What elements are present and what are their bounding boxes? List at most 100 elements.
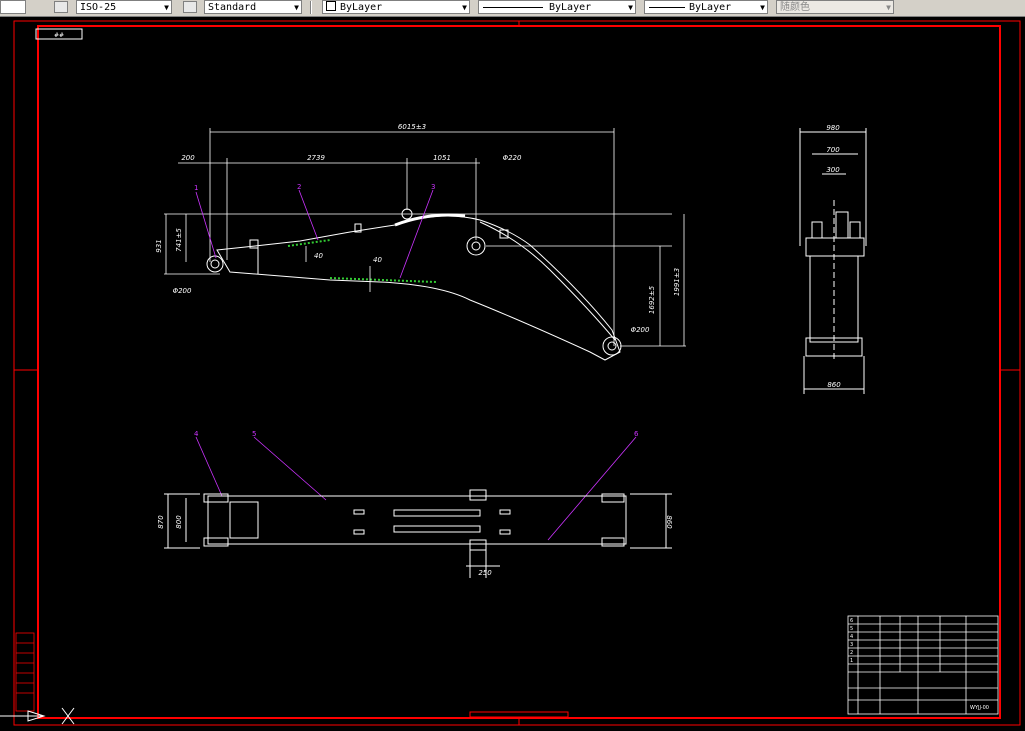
weld-upper xyxy=(287,239,331,247)
top-hole-3 xyxy=(499,509,511,515)
outer-border xyxy=(13,20,1021,726)
chevron-down-icon: ▼ xyxy=(760,3,765,12)
callout-6: 6 xyxy=(634,430,639,438)
top-outline xyxy=(207,495,627,545)
top-cyl-lug-top xyxy=(469,489,487,501)
callout-labels: 1 2 3 4 5 6 xyxy=(194,183,639,438)
boom-top-view xyxy=(164,489,672,578)
linetype-value: ByLayer xyxy=(549,2,592,13)
callout-2: 2 xyxy=(297,183,301,191)
properties-toolbar: ISO-25 ▼ Standard ▼ ByLayer ▼ ByLayer ▼ ByLa… xyxy=(0,0,1025,17)
leader-1 xyxy=(195,191,217,259)
color-select[interactable]: ByLayer ▼ xyxy=(322,0,470,14)
leader-6 xyxy=(547,436,637,541)
side-top-block xyxy=(805,237,865,257)
top-hole-1 xyxy=(353,509,365,515)
callout-5: 5 xyxy=(252,430,256,438)
dim-200: 200 xyxy=(181,154,195,162)
callout-1: 1 xyxy=(194,184,198,192)
callout-4: 4 xyxy=(194,430,199,438)
top-tip-lug-bottom xyxy=(601,537,625,547)
tb-item-2: 2 xyxy=(850,650,853,656)
boom-outline xyxy=(216,215,621,361)
dim-800: 800 xyxy=(175,515,183,529)
tb-item-1: 1 xyxy=(850,658,853,664)
boom-top-plate xyxy=(394,213,466,227)
dim-931: 931 xyxy=(155,239,163,252)
chevron-down-icon: ▼ xyxy=(628,3,633,12)
leader-4 xyxy=(195,436,223,497)
top-hole-4 xyxy=(499,529,511,535)
textstyle-value: Standard xyxy=(208,2,257,13)
leader-2 xyxy=(298,189,319,241)
leader-5 xyxy=(253,436,327,501)
lineweight-select[interactable]: ByLayer ▼ xyxy=(644,0,768,14)
tb-item-4: 4 xyxy=(850,634,853,640)
dim-250: 250 xyxy=(478,569,492,577)
dim-860-top: 860 xyxy=(665,515,673,529)
boom-front-view xyxy=(206,208,622,361)
toolbar-separator xyxy=(310,1,312,14)
dim-870: 870 xyxy=(157,515,165,529)
chevron-down-icon: ▼ xyxy=(164,3,169,12)
side-lug-left xyxy=(811,221,823,239)
sheet-frame xyxy=(13,20,1021,726)
pin-tip-inner xyxy=(607,341,617,351)
chevron-down-icon: ▼ xyxy=(886,3,891,12)
scale-bar xyxy=(469,711,569,718)
chevron-down-icon: ▼ xyxy=(462,3,467,12)
dim-860-side: 860 xyxy=(827,381,841,389)
title-block xyxy=(847,615,999,715)
linetype-select[interactable]: ByLayer ▼ xyxy=(478,0,636,14)
inner-border xyxy=(37,25,1001,719)
dim-300: 300 xyxy=(826,166,840,174)
dim-2739: 2739 xyxy=(307,154,325,162)
title-tag: ## xyxy=(54,32,64,39)
weld-lower xyxy=(329,277,437,283)
front-view-dim-text: 6015±3 200 2739 1051 Φ220 931 741±5 40 4… xyxy=(155,123,681,334)
dim-phi200-tip: Φ200 xyxy=(631,326,650,334)
dim-40a: 40 xyxy=(314,252,323,260)
dim-700: 700 xyxy=(826,146,840,154)
top-foot-block xyxy=(229,501,259,539)
tb-item-3: 3 xyxy=(850,642,853,648)
color-swatch-icon xyxy=(326,1,336,11)
lineweight-value: ByLayer xyxy=(689,2,732,13)
top-slot-lower xyxy=(393,525,481,533)
dimstyle-value: ISO-25 xyxy=(80,2,117,13)
dim-980: 980 xyxy=(826,124,840,132)
dim-phi220: Φ220 xyxy=(503,154,522,162)
plotstyle-value: 随颜色 xyxy=(780,2,810,13)
dim-40b: 40 xyxy=(373,256,382,264)
boom-inner-line xyxy=(479,221,616,341)
pin-foot-inner xyxy=(210,259,220,269)
weld-marks xyxy=(287,239,437,283)
dim-phi200-foot: Φ200 xyxy=(173,287,192,295)
top-cyl-lug-bottom xyxy=(469,539,487,551)
callout-3: 3 xyxy=(431,183,435,191)
dimstyle-icon[interactable] xyxy=(54,1,68,13)
textstyle-icon[interactable] xyxy=(183,1,197,13)
chevron-down-icon: ▼ xyxy=(294,3,299,12)
drawing-canvas[interactable]: ## 6015±3 200 2739 1051 Φ220 931 741±5 4… xyxy=(0,16,1025,731)
revision-box xyxy=(15,632,35,712)
side-lug-center xyxy=(835,211,849,239)
pin-cylinder-inner xyxy=(471,241,481,251)
lineweight-preview-icon xyxy=(649,7,685,8)
pin-foot-outer xyxy=(206,255,224,273)
side-lug-right xyxy=(849,221,861,239)
toolbar-overflow[interactable] xyxy=(0,0,26,14)
dim-total: 6015±3 xyxy=(398,123,426,131)
tb-item-5: 5 xyxy=(850,626,853,632)
title-block-frame xyxy=(847,615,999,715)
textstyle-select[interactable]: Standard ▼ xyxy=(204,0,302,14)
top-hole-2 xyxy=(353,529,365,535)
linetype-preview-icon xyxy=(483,7,543,8)
callout-leaders xyxy=(195,189,637,541)
dimstyle-select[interactable]: ISO-25 ▼ xyxy=(76,0,172,14)
leader-3 xyxy=(399,189,434,279)
top-view-dim-text: 870 800 860 250 xyxy=(157,515,673,577)
plotstyle-select: 随颜色 ▼ xyxy=(776,0,894,14)
dim-1991: 1991±3 xyxy=(673,268,681,296)
color-value: ByLayer xyxy=(340,2,383,13)
